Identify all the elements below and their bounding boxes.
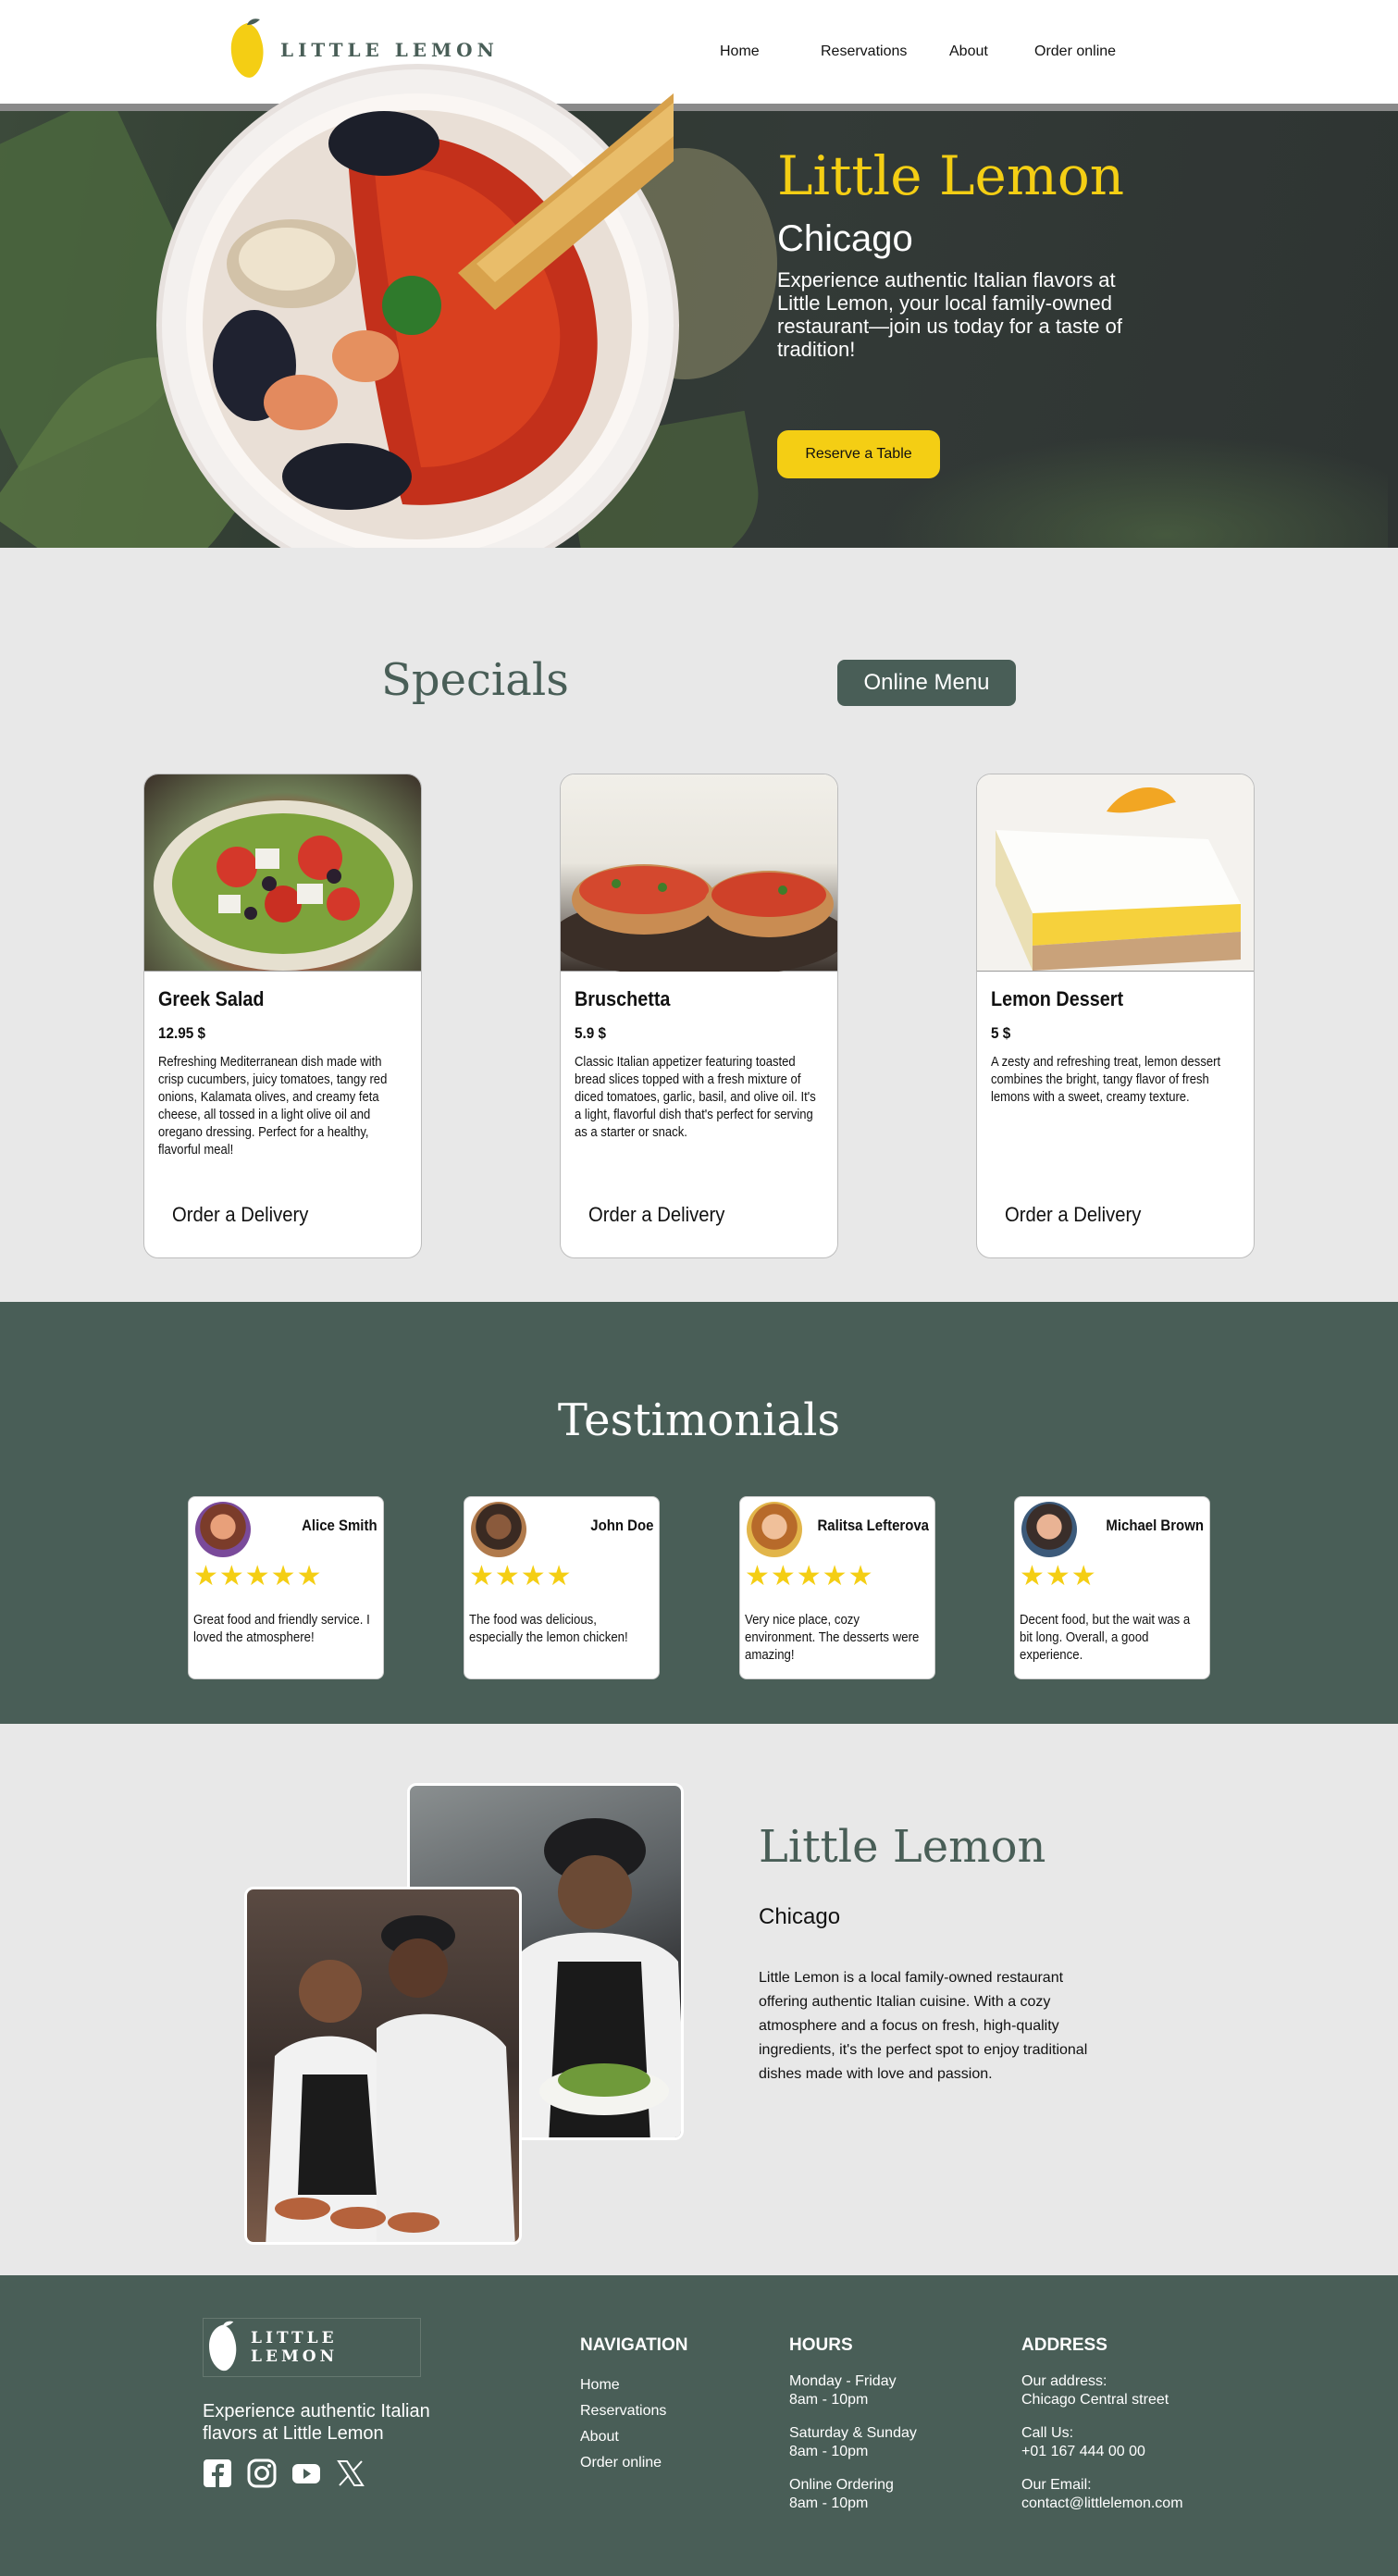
specials-section: Specials Online Menu Greek Salad 12.95 $… [0,548,1398,1302]
hours-value: 8am - 10pm [789,2392,869,2408]
testimonial-text: Very nice place, cozy environment. The d… [745,1612,920,1663]
hero-dish-image [162,69,717,581]
greek-salad-illustration [154,800,413,971]
testimonial-card: John Doe ★★★★ The food was delicious, es… [464,1496,660,1679]
testimonial-text: Great food and friendly service. I loved… [193,1612,370,1645]
footer-hours-heading: HOURS [789,2335,853,2355]
special-card-description: Refreshing Mediterranean dish made with … [158,1055,388,1158]
testimonial-card: Michael Brown ★★★ Decent food, but the w… [1014,1496,1210,1679]
chefs-team-photo [244,1887,522,2245]
order-delivery-link[interactable]: Order a Delivery [588,1203,724,1227]
hours-value: 8am - 10pm [789,2496,869,2511]
avatar [195,1502,251,1557]
hours-label: Saturday & Sunday [789,2425,917,2441]
footer-nav-link-order-online[interactable]: Order online [580,2450,687,2476]
testimonial-card: Ralitsa Lefterova ★★★★★ Very nice place,… [739,1496,935,1679]
testimonial-text: Decent food, but the wait was a bit long… [1020,1612,1191,1663]
nav-link-about[interactable]: About [949,43,1034,60]
chefs-illustration [266,1915,515,2242]
testimonials-section: Testimonials Alice Smith ★★★★★ Great foo… [0,1302,1398,1724]
about-title: Little Lemon [759,1821,1046,1873]
footer-hours: HOURS Monday - Friday 8am - 10pm Saturda… [789,2335,917,2513]
special-card-lemon-dessert: Lemon Dessert 5 $ A zesty and refreshing… [976,774,1255,1258]
special-card-name: Greek Salad [158,987,265,1010]
phone-label: Call Us: [1021,2425,1074,2441]
rating-stars: ★★★★★ [193,1561,323,1591]
footer-nav-link-reservations[interactable]: Reservations [580,2398,687,2424]
footer-navigation: NAVIGATION Home Reservations About Order… [580,2335,687,2476]
email-label: Our Email: [1021,2477,1092,2493]
rating-stars: ★★★ [1020,1561,1097,1591]
phone-value[interactable]: +01 167 444 00 00 [1021,2443,1183,2461]
instagram-icon[interactable] [247,2458,277,2488]
youtube-icon[interactable] [291,2458,321,2488]
greek-salad-image [144,774,421,972]
lemon-logo-icon [209,2321,237,2372]
seafood-soup-illustration [186,88,717,556]
testimonials-title: Testimonials [557,1394,841,1446]
footer-nav-heading: NAVIGATION [580,2335,688,2355]
special-card-price: 5 $ [991,1024,1011,1042]
logo-text: LITTLE LEMON [280,39,499,61]
special-card-price: 12.95 $ [158,1024,206,1042]
special-card-description: A zesty and refreshing treat, lemon dess… [991,1055,1221,1105]
footer-nav-link-about[interactable]: About [580,2424,687,2450]
site-footer: LITTLE LEMON Experience authentic Italia… [0,2275,1398,2576]
hero-subtitle: Chicago [777,218,913,259]
footer-tagline: Experience authentic Italian flavors at … [203,2401,430,2444]
hero-title: Little Lemon [777,144,1125,207]
about-section: Little Lemon Chicago Little Lemon is a l… [0,1724,1398,2275]
avatar [1021,1502,1077,1557]
social-links [203,2458,380,2488]
special-card-description: Classic Italian appetizer featuring toas… [575,1055,816,1140]
email-value[interactable]: contact@littlelemon.com [1021,2495,1183,2513]
testimonial-name: Ralitsa Lefterova [817,1517,929,1534]
testimonial-name: Michael Brown [1106,1517,1204,1534]
rating-stars: ★★★★ [469,1561,573,1591]
order-delivery-link[interactable]: Order a Delivery [1005,1203,1141,1227]
lemon-dessert-illustration [996,786,1241,971]
hours-value: 8am - 10pm [789,2444,869,2459]
nav-link-reservations[interactable]: Reservations [821,43,949,60]
special-card-name: Bruschetta [575,987,671,1010]
hours-label: Online Ordering [789,2477,894,2493]
x-icon[interactable] [336,2458,365,2488]
reserve-table-button[interactable]: Reserve a Table [777,430,940,478]
order-delivery-link[interactable]: Order a Delivery [172,1203,308,1227]
footer-nav-link-home[interactable]: Home [580,2372,687,2398]
special-card-greek-salad: Greek Salad 12.95 $ Refreshing Mediterra… [143,774,422,1258]
lemon-dessert-image [977,774,1254,972]
special-card-name: Lemon Dessert [991,987,1124,1010]
hours-label: Monday - Friday [789,2373,897,2389]
testimonial-card: Alice Smith ★★★★★ Great food and friendl… [188,1496,384,1679]
specials-title: Specials [381,654,569,706]
footer-logo-text: LITTLE LEMON [251,2329,339,2366]
about-description: Little Lemon is a local family-owned res… [759,1970,1088,2082]
bruschetta-image [561,774,837,978]
bruschetta-illustration [561,864,837,978]
facebook-icon[interactable] [203,2458,232,2488]
special-card-bruschetta: Bruschetta 5.9 $ Classic Italian appetiz… [560,774,838,1258]
online-menu-button[interactable]: Online Menu [837,660,1016,706]
nav-link-home[interactable]: Home [720,43,821,60]
testimonial-name: Alice Smith [302,1517,377,1534]
avatar [747,1502,802,1557]
address-label: Our address: [1021,2373,1107,2389]
rating-stars: ★★★★★ [745,1561,874,1591]
footer-address-heading: ADDRESS [1021,2335,1107,2355]
nav-link-order-online[interactable]: Order online [1034,43,1145,60]
main-nav: Home Reservations About Order online [720,43,1145,60]
footer-address: ADDRESS Our address: Chicago Central str… [1021,2335,1183,2513]
footer-logo[interactable]: LITTLE LEMON [203,2318,421,2377]
avatar [471,1502,526,1557]
testimonial-text: The food was delicious, especially the l… [469,1612,628,1645]
special-card-price: 5.9 $ [575,1024,607,1042]
hero-description: Experience authentic Italian flavors at … [777,268,1122,361]
testimonial-name: John Doe [589,1517,653,1534]
about-subtitle: Chicago [759,1904,841,1929]
address-value: Chicago Central street [1021,2392,1169,2408]
